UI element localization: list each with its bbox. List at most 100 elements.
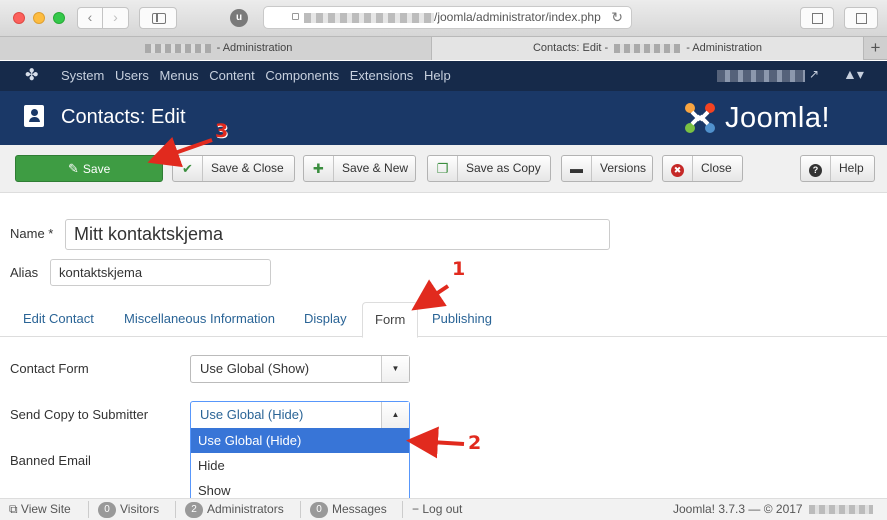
close-window-button[interactable] <box>13 12 25 24</box>
messages-link[interactable]: 0 Messages <box>310 499 387 520</box>
view-site-label: View Site <box>20 502 71 516</box>
sidebar-icon <box>152 13 166 24</box>
caret-down-icon: ▼ <box>381 356 409 382</box>
chevron-left-icon: ‹ <box>87 9 93 25</box>
versions-button[interactable]: ▬ Versions <box>561 155 653 182</box>
page-header: Contacts: Edit Joomla! <box>0 91 887 145</box>
logout-link[interactable]: − Log out <box>412 499 462 520</box>
show-tabs-button[interactable] <box>844 7 878 29</box>
option-use-global-hide[interactable]: Use Global (Hide) <box>191 428 409 453</box>
contact-form-label: Contact Form <box>10 361 89 376</box>
tab-publishing[interactable]: Publishing <box>420 302 504 337</box>
tab-display[interactable]: Display <box>292 302 359 337</box>
copyright-label: — © 2017 <box>748 502 803 516</box>
reload-icon[interactable]: ↻ <box>611 7 623 28</box>
status-bar: ⧉ View Site 0 Visitors 2 Administrators 0M… <box>0 498 887 520</box>
send-copy-select[interactable]: Use Global (Hide) ▲ <box>190 401 410 429</box>
send-copy-dropdown: Use Global (Hide) Hide Show <box>190 428 410 503</box>
edit-icon: ✎ <box>68 161 79 176</box>
annotation-2: 2 <box>468 432 482 454</box>
new-tab-button[interactable]: + <box>864 37 887 60</box>
annotation-1: 1 <box>452 258 466 280</box>
ublock-extension-icon[interactable]: u <box>230 9 248 27</box>
user-menu-icon[interactable]: ▲▾ <box>843 66 864 83</box>
divider <box>88 501 89 518</box>
toolbar: ✎ Save ✔ Save & Close ✚ Save & New ❐ Save as… <box>0 145 887 193</box>
menu-help[interactable]: Help <box>424 68 451 83</box>
contact-form-select[interactable]: Use Global (Show) ▼ <box>190 355 410 383</box>
annotation-arrow-2 <box>406 426 465 459</box>
tab-miscellaneous-information[interactable]: Miscellaneous Information <box>112 302 287 337</box>
chevron-right-icon: › <box>113 9 118 25</box>
visitors-badge: 0 <box>98 502 116 518</box>
menu-system[interactable]: System <box>61 68 104 83</box>
send-copy-value: Use Global (Hide) <box>200 407 304 422</box>
share-icon <box>812 13 823 24</box>
close-label: Close <box>701 161 732 175</box>
form-tabs: Edit Contact Miscellaneous Information D… <box>0 302 887 338</box>
check-icon: ✔ <box>173 156 203 181</box>
help-button[interactable]: ? Help <box>800 155 875 182</box>
admin-menu: System Users Menus Content Components Ex… <box>61 61 458 90</box>
address-bar[interactable]: /joomla/administrator/index.php ↻ <box>263 6 632 29</box>
versions-label: Versions <box>600 161 647 175</box>
page-title: Contacts: Edit <box>61 106 186 128</box>
messages-label: Messages <box>332 502 387 516</box>
messages-badge: 0 <box>310 502 328 518</box>
name-field[interactable]: Mitt kontaktskjema <box>65 219 610 250</box>
menu-content[interactable]: Content <box>209 68 255 83</box>
view-site-link[interactable]: ⧉ View Site <box>9 499 71 520</box>
name-label: Name * <box>10 226 54 241</box>
external-link-icon[interactable]: ↗ <box>809 67 819 81</box>
menu-menus[interactable]: Menus <box>160 68 199 83</box>
version-info: Joomla! 3.7.3 — © 2017 <box>673 499 873 520</box>
menu-users[interactable]: Users <box>115 68 149 83</box>
administrators-link[interactable]: 2 Administrators <box>185 499 284 520</box>
banned-email-label: Banned Email <box>10 453 91 468</box>
visitors-label: Visitors <box>120 502 160 516</box>
contact-form-value: Use Global (Show) <box>200 361 310 376</box>
save-button[interactable]: ✎ Save <box>15 155 163 182</box>
caret-up-icon: ▲ <box>381 402 409 428</box>
browser-titlebar: ‹ › u /joomla/administrator/index.php ↻ <box>0 0 887 37</box>
tab-form[interactable]: Form <box>362 302 419 338</box>
send-copy-label: Send Copy to Submitter <box>10 407 149 422</box>
share-button[interactable] <box>800 7 834 29</box>
option-hide[interactable]: Hide <box>191 453 409 478</box>
alias-field[interactable]: kontaktskjema <box>50 259 271 286</box>
question-icon: ? <box>801 156 831 181</box>
tabs-icon <box>856 13 867 24</box>
save-as-copy-button[interactable]: ❐ Save as Copy <box>427 155 551 182</box>
joomla-icon[interactable]: ✤ <box>25 68 38 84</box>
save-new-label: Save & New <box>342 161 409 175</box>
alias-label: Alias <box>10 265 39 280</box>
minus-icon: − <box>412 502 423 516</box>
forward-button[interactable]: › <box>103 7 129 29</box>
administrators-label: Administrators <box>207 502 284 516</box>
save-close-button[interactable]: ✔ Save & Close <box>172 155 295 182</box>
annotation-3: 3 <box>215 120 229 142</box>
save-copy-label: Save as Copy <box>466 161 541 175</box>
menu-components[interactable]: Components <box>265 68 339 83</box>
browser-tab-2[interactable]: Contacts: Edit - - Administration <box>432 37 864 60</box>
administrators-badge: 2 <box>185 502 203 518</box>
save-new-button[interactable]: ✚ Save & New <box>303 155 416 182</box>
admin-menu-bar: ✤ System Users Menus Content Components … <box>0 61 887 91</box>
browser-tab-1[interactable]: - Administration <box>0 37 432 60</box>
close-button[interactable]: ✖ Close <box>662 155 743 182</box>
back-button[interactable]: ‹ <box>77 7 103 29</box>
lock-icon <box>292 13 299 20</box>
tab-edit-contact[interactable]: Edit Contact <box>11 302 106 337</box>
redacted-site-link[interactable] <box>717 70 805 82</box>
archive-icon: ▬ <box>562 156 592 181</box>
zoom-window-button[interactable] <box>53 12 65 24</box>
menu-extensions[interactable]: Extensions <box>350 68 414 83</box>
sidebar-toggle-button[interactable] <box>139 7 177 29</box>
copy-icon: ❐ <box>428 156 458 181</box>
minimize-window-button[interactable] <box>33 12 45 24</box>
visitors-link[interactable]: 0 Visitors <box>98 499 159 520</box>
plus-icon: ✚ <box>304 156 334 181</box>
redacted-owner <box>808 505 873 515</box>
browser-tab-bar: - Administration Contacts: Edit - - Admin… <box>0 37 887 60</box>
logout-label: Log out <box>422 502 463 516</box>
